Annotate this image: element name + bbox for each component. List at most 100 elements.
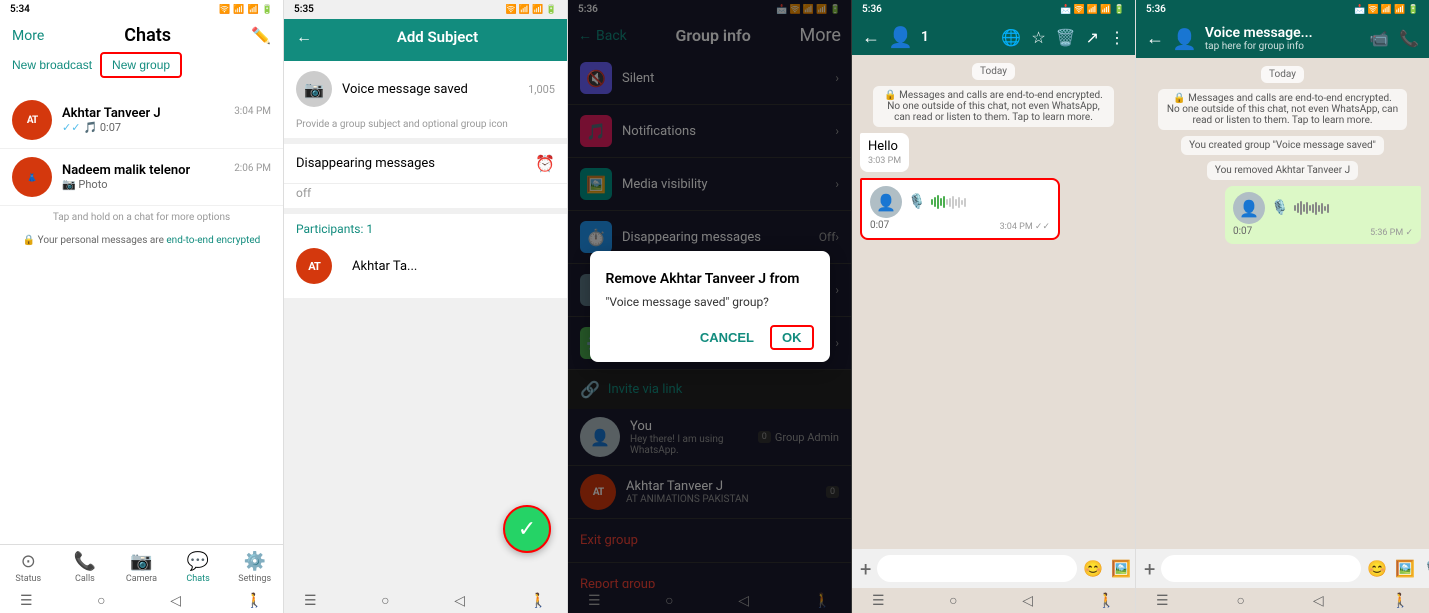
nav-chats-label: Chats [186,574,209,584]
removed-msg: You removed Akhtar Tanveer J [1207,161,1358,180]
menu-icon[interactable]: ☰ [20,593,33,609]
new-broadcast-button[interactable]: New broadcast [12,52,92,78]
edit-icon[interactable]: ✏️ [251,26,271,45]
nav-calls[interactable]: 📞 Calls [57,551,114,584]
call-icon-5[interactable]: 📞 [1399,29,1419,48]
more-icon-4[interactable]: ⋮ [1109,28,1125,47]
sticker-icon-5[interactable]: 😊 [1367,559,1387,578]
time-5: 5:36 [1146,4,1166,15]
voice-avatar: 👤 [870,186,902,218]
nav-status[interactable]: ⊙ Status [0,551,57,584]
encrypted-notice: 🔒 Your personal messages are end-to-end … [0,229,283,252]
avatar-nadeem: 👗 [12,157,52,197]
home-icon[interactable]: ○ [97,592,105,609]
back-button-5[interactable]: ← [1146,28,1164,49]
menu-icon-5[interactable]: ☰ [1156,593,1169,609]
star-icon-4[interactable]: ☆ [1031,28,1045,47]
status-icon: ⊙ [21,551,36,572]
dialog-ok-button[interactable]: OK [770,325,814,350]
nav-calls-label: Calls [75,574,95,584]
person-icon-4: 🚶 [1098,593,1115,609]
disappearing-row[interactable]: Disappearing messages ⏰ [284,144,567,184]
voice-message-sent[interactable]: 👤 🎙️ [1225,186,1421,244]
voice-duration-4: 0:07 [870,220,889,232]
mic-input-icon-5[interactable]: 🎙️ [1423,559,1429,578]
hint-text: Tap and hold on a chat for more options [0,206,283,229]
input-area-5: + 😊 🖼️ 🎙️ [1136,549,1429,588]
camera-icon: 📷 [130,551,152,572]
chat-avatar-4: 👤 [888,25,913,49]
share-icon-4[interactable]: ↗ [1086,28,1099,47]
new-group-button[interactable]: New group [100,52,182,78]
chat-body-4: Today 🔒 Messages and calls are end-to-en… [852,55,1135,549]
dialog-title: Remove Akhtar Tanveer J from [606,271,814,287]
encrypted-link[interactable]: end-to-end encrypted [166,235,260,246]
trash-icon-4[interactable]: 🗑️ [1056,28,1076,47]
image-icon-5[interactable]: 🖼️ [1395,559,1415,578]
plus-icon-5[interactable]: + [1144,557,1155,581]
group-icon-picker[interactable]: 📷 [296,71,332,107]
add-subject-title: Add Subject [320,28,555,46]
home-icon-5[interactable]: ○ [1236,592,1244,609]
chat-name-4: 1 [921,29,994,45]
status-bar-4: 5:36 📩 🛜 📶 📶 🔋 [852,0,1135,19]
person-icon-2: 🚶 [530,593,547,609]
person-icon: 🚶 [246,593,263,609]
sticker-icon-4[interactable]: 😊 [1083,559,1103,578]
chat-item-nadeem[interactable]: 👗 Nadeem malik telenor 2:06 PM 📷 Photo [0,149,283,206]
participant-item: AT Akhtar Ta... [296,242,555,290]
chat-name-5[interactable]: Voice message... [1205,25,1361,41]
status-bar-2: 5:35 🛜 📶 📶 🔋 [284,0,567,19]
dialog-cancel-button[interactable]: CANCEL [700,325,754,350]
nav-chats[interactable]: 💬 Chats [170,551,227,584]
status-icons-1: 🛜 📶 📶 🔋 [219,5,273,15]
home-icon-4[interactable]: ○ [949,592,957,609]
mic-icon: 🎙️ [908,194,925,210]
chat-list: AT Akhtar Tanveer J 3:04 PM ✓✓ 🎵 0:07 👗 … [0,92,283,544]
participants-label: Participants: 1 [296,222,555,236]
image-icon-4[interactable]: 🖼️ [1111,559,1131,578]
nav-settings[interactable]: ⚙️ Settings [226,551,283,584]
plus-icon-4[interactable]: + [860,557,871,581]
back-button-2[interactable]: ← [296,27,312,47]
chat-body-5: Today 🔒 Messages and calls are end-to-en… [1136,58,1429,549]
menu-icon-4[interactable]: ☰ [872,593,885,609]
nav-status-label: Status [15,574,41,584]
home-bar-5: ☰ ○ ◁ 🚶 [1136,588,1429,613]
chat-name-akhtar: Akhtar Tanveer J [62,106,161,121]
avatar-akhtar: AT [12,100,52,140]
back-icon-4[interactable]: ◁ [1022,593,1033,609]
mic-icon-sent: 🎙️ [1271,200,1288,216]
time-2: 5:35 [294,4,314,15]
message-input-5[interactable] [1161,555,1361,582]
back-icon-5[interactable]: ◁ [1313,593,1324,609]
back-icon[interactable]: ◁ [170,593,181,609]
message-input-4[interactable] [877,555,1077,582]
bottom-nav: ⊙ Status 📞 Calls 📷 Camera 💬 Chats ⚙️ Set… [0,544,283,588]
disappearing-value: off [284,184,567,208]
dialog-actions: CANCEL OK [606,325,814,350]
video-icon-5[interactable]: 📹 [1369,29,1389,48]
fab-icon: ✓ [518,517,536,542]
home-icon-2[interactable]: ○ [381,592,389,609]
chat-header: ← 👤 1 🌐 ☆ 🗑️ ↗ ⋮ [852,19,1135,55]
status-bar-5: 5:36 📩 🛜 📶 📶 🔋 [1136,0,1429,19]
back-button-4[interactable]: ← [862,27,880,48]
video-icon-4[interactable]: 🌐 [1001,28,1021,47]
panel-chat-sent: 5:36 📩 🛜 📶 📶 🔋 ← 👤 Voice message... tap … [1136,0,1429,613]
fab-button[interactable]: ✓ [503,505,551,553]
nav-camera[interactable]: 📷 Camera [113,551,170,584]
voice-message-received[interactable]: 👤 🎙️ [860,178,1060,240]
hello-message: Hello 3:03 PM [860,133,909,172]
home-bar-1: ☰ ○ ◁ 🚶 [0,588,283,613]
disappearing-label: Disappearing messages [296,156,435,171]
chat-item-akhtar[interactable]: AT Akhtar Tanveer J 3:04 PM ✓✓ 🎵 0:07 [0,92,283,149]
group-name-value[interactable]: Voice message saved [342,82,468,97]
settings-icon: ⚙️ [243,551,265,572]
more-button[interactable]: More [12,28,44,44]
chat-sub-5: tap here for group info [1205,41,1361,52]
menu-icon-2[interactable]: ☰ [304,593,317,609]
nav-settings-label: Settings [238,574,271,584]
back-icon-2[interactable]: ◁ [454,593,465,609]
person-icon-5: 🚶 [1392,593,1409,609]
